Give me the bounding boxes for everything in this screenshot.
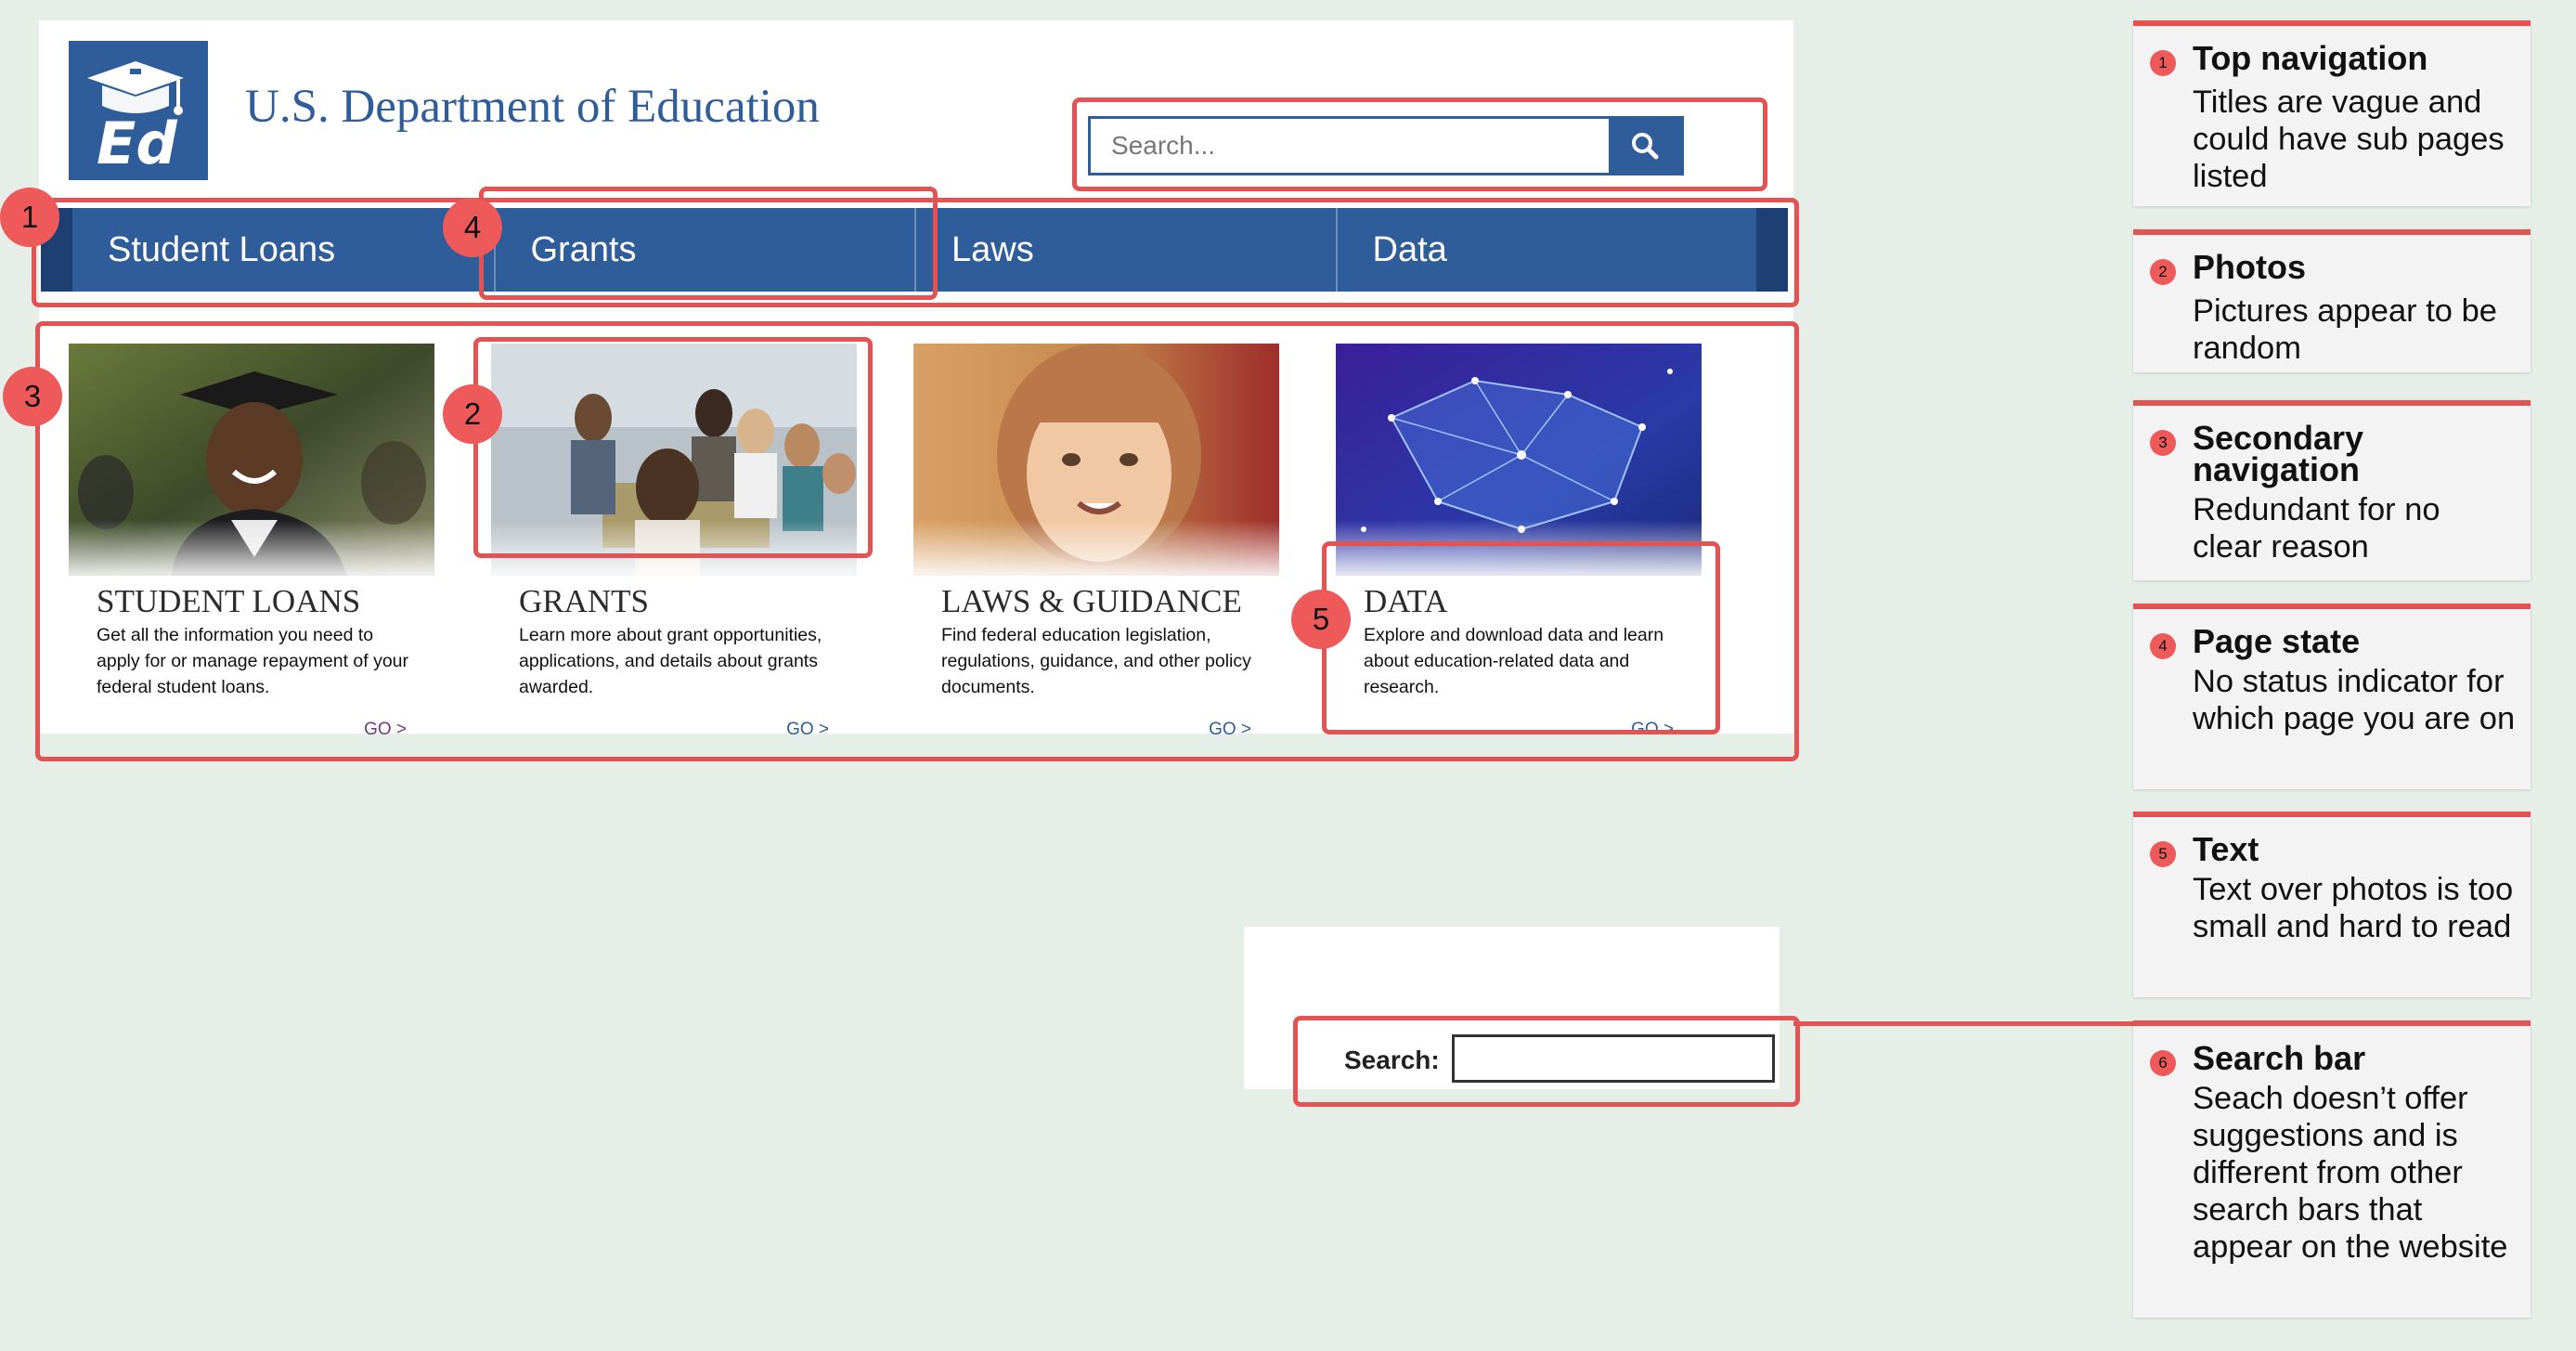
note-number: 2: [2150, 259, 2176, 285]
note-number: 5: [2150, 841, 2176, 867]
note-body: Pictures appear to be random: [2193, 293, 2497, 366]
note-number: 1: [2150, 50, 2176, 76]
note-page-state: 4 Page state No status indicator for whi…: [2133, 604, 2531, 789]
ed-logo-icon[interactable]: Ed: [69, 41, 208, 180]
note-body: No status indicator for which page you a…: [2193, 664, 2516, 736]
note-title: Secondary navigation: [2193, 419, 2364, 488]
site-title[interactable]: U.S. Department of Education: [245, 80, 820, 134]
highlight-search-snippet: [1293, 1016, 1800, 1107]
note-secondary-navigation: 3 Secondary navigation Redundant for no …: [2133, 400, 2531, 580]
callout-1: 1: [0, 188, 59, 247]
highlight-page-state: [479, 187, 938, 300]
callout-3: 3: [3, 367, 62, 426]
note-title: Top navigation: [2193, 39, 2428, 77]
highlight-text: [1322, 541, 1720, 734]
note-top-navigation: 1 Top navigation Titles are vague and co…: [2133, 20, 2531, 206]
note-number: 6: [2150, 1050, 2176, 1076]
note-body: Redundant for no clear reason: [2193, 492, 2440, 565]
note-search-bar: 6 Search bar Seach doesn’t offer suggest…: [2133, 1020, 2531, 1318]
note-body: Text over photos is too small and hard t…: [2193, 872, 2514, 944]
note-number: 3: [2150, 430, 2176, 456]
note-text: 5 Text Text over photos is too small and…: [2133, 812, 2531, 997]
callout-4: 4: [443, 198, 502, 257]
note-number: 4: [2150, 633, 2176, 659]
callout-5: 5: [1291, 590, 1351, 649]
svg-text:Ed: Ed: [97, 110, 177, 177]
highlight-photos: [473, 337, 873, 558]
note-title: Text: [2193, 830, 2259, 868]
note-title: Photos: [2193, 248, 2306, 286]
callout-2: 2: [443, 384, 502, 444]
note-title: Page state: [2193, 622, 2361, 660]
highlight-search-bar: [1072, 97, 1767, 191]
annotation-leader-line: [1793, 1021, 2135, 1026]
note-body: Seach doesn’t offer suggestions and is d…: [2193, 1081, 2508, 1265]
note-title: Search bar: [2193, 1039, 2366, 1077]
note-photos: 2 Photos Pictures appear to be random: [2133, 229, 2531, 372]
note-body: Titles are vague and could have sub page…: [2193, 84, 2505, 194]
